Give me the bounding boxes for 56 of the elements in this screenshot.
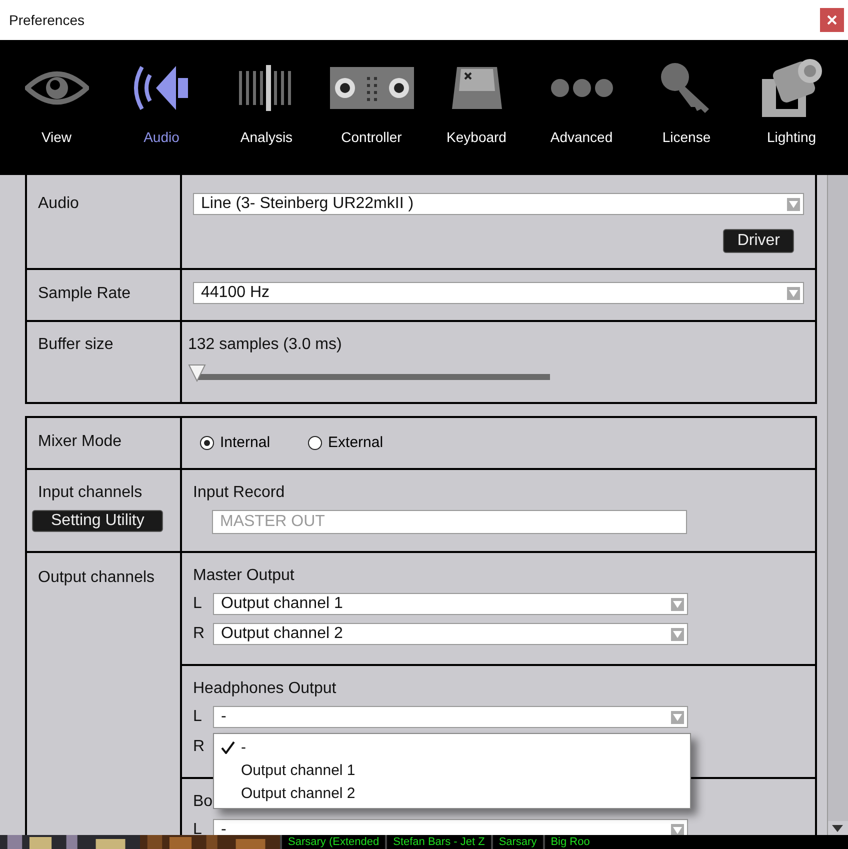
slider-thumb[interactable] [188, 364, 206, 382]
dropdown-arrow-icon [787, 286, 800, 300]
menu-item[interactable]: Output channel 2 [214, 782, 690, 805]
channel-side-label: L [193, 708, 203, 726]
channel-side-label: L [193, 821, 203, 835]
scrollbar[interactable] [827, 175, 848, 835]
close-icon [827, 15, 837, 25]
output-group-title: Headphones Output [193, 680, 336, 698]
menu-item[interactable]: Output channel 1 [214, 759, 690, 782]
window-title: Preferences [9, 12, 84, 28]
output-channel-select[interactable]: Output channel 2 [213, 623, 688, 645]
dropdown-arrow-icon [671, 628, 684, 640]
track-title[interactable]: Big Roo [542, 835, 596, 849]
input-record-label: Input Record [193, 484, 285, 502]
output-channel-select[interactable]: - [213, 819, 688, 835]
output-group-title: Master Output [193, 567, 294, 585]
track-title[interactable]: Stefan Bars - Jet Z [385, 835, 491, 849]
track-title[interactable]: Sarsary [490, 835, 543, 849]
buffer-size-slider[interactable] [188, 364, 550, 382]
channel-side-label: R [193, 738, 203, 756]
mixer-mode-radio[interactable]: External [308, 434, 384, 451]
dots-icon [550, 78, 614, 98]
setting-utility-button[interactable]: Setting Utility [32, 510, 164, 532]
dropdown-arrow-icon [671, 710, 684, 724]
output-channel-select[interactable]: Output channel 1 [213, 593, 688, 615]
row-label: Input channels [37, 484, 142, 502]
row-label: Mixer Mode [27, 418, 182, 468]
toolbar-tab[interactable]: Lighting [739, 40, 844, 175]
track-title[interactable]: Sarsary (Extended [280, 835, 386, 849]
controller-icon [330, 67, 414, 109]
toolbar-tab[interactable]: View [4, 40, 109, 175]
toolbar-tab[interactable]: Analysis [214, 40, 319, 175]
channel-side-label: R [193, 625, 203, 643]
buffer-size-reading: 132 samples (3.0 ms) [188, 336, 342, 354]
audio-device-select[interactable]: Line (3- Steinberg UR22mkII ) [193, 193, 804, 215]
menu-item[interactable]: - [214, 736, 690, 759]
row-label: Sample Rate [27, 270, 182, 320]
output-channel-select[interactable]: - [213, 706, 688, 728]
toolbar-tab[interactable]: Keyboard [424, 40, 529, 175]
dropdown-arrow-icon [671, 824, 684, 835]
close-button[interactable] [820, 8, 844, 32]
sample-rate-select[interactable]: 44100 Hz [193, 282, 804, 304]
dropdown-arrow-icon [787, 198, 800, 210]
toolbar-tab[interactable]: Advanced [529, 40, 634, 175]
channel-side-label: L [193, 595, 203, 613]
keycap-icon [450, 65, 502, 111]
mixer-mode-radio[interactable]: Internal [200, 434, 270, 451]
toolbar-tab[interactable]: Audio [109, 40, 214, 175]
toolbar-tab[interactable]: Controller [319, 40, 424, 175]
row-label: Buffer size [27, 322, 182, 402]
toolbar-tab[interactable]: License [634, 40, 739, 175]
dropdown-arrow-icon [671, 598, 684, 610]
output-group-title: Bo [193, 793, 213, 811]
row-label: Audio [27, 175, 182, 268]
driver-button[interactable]: Driver [723, 229, 794, 253]
input-record-field[interactable]: MASTER OUT [212, 510, 687, 534]
